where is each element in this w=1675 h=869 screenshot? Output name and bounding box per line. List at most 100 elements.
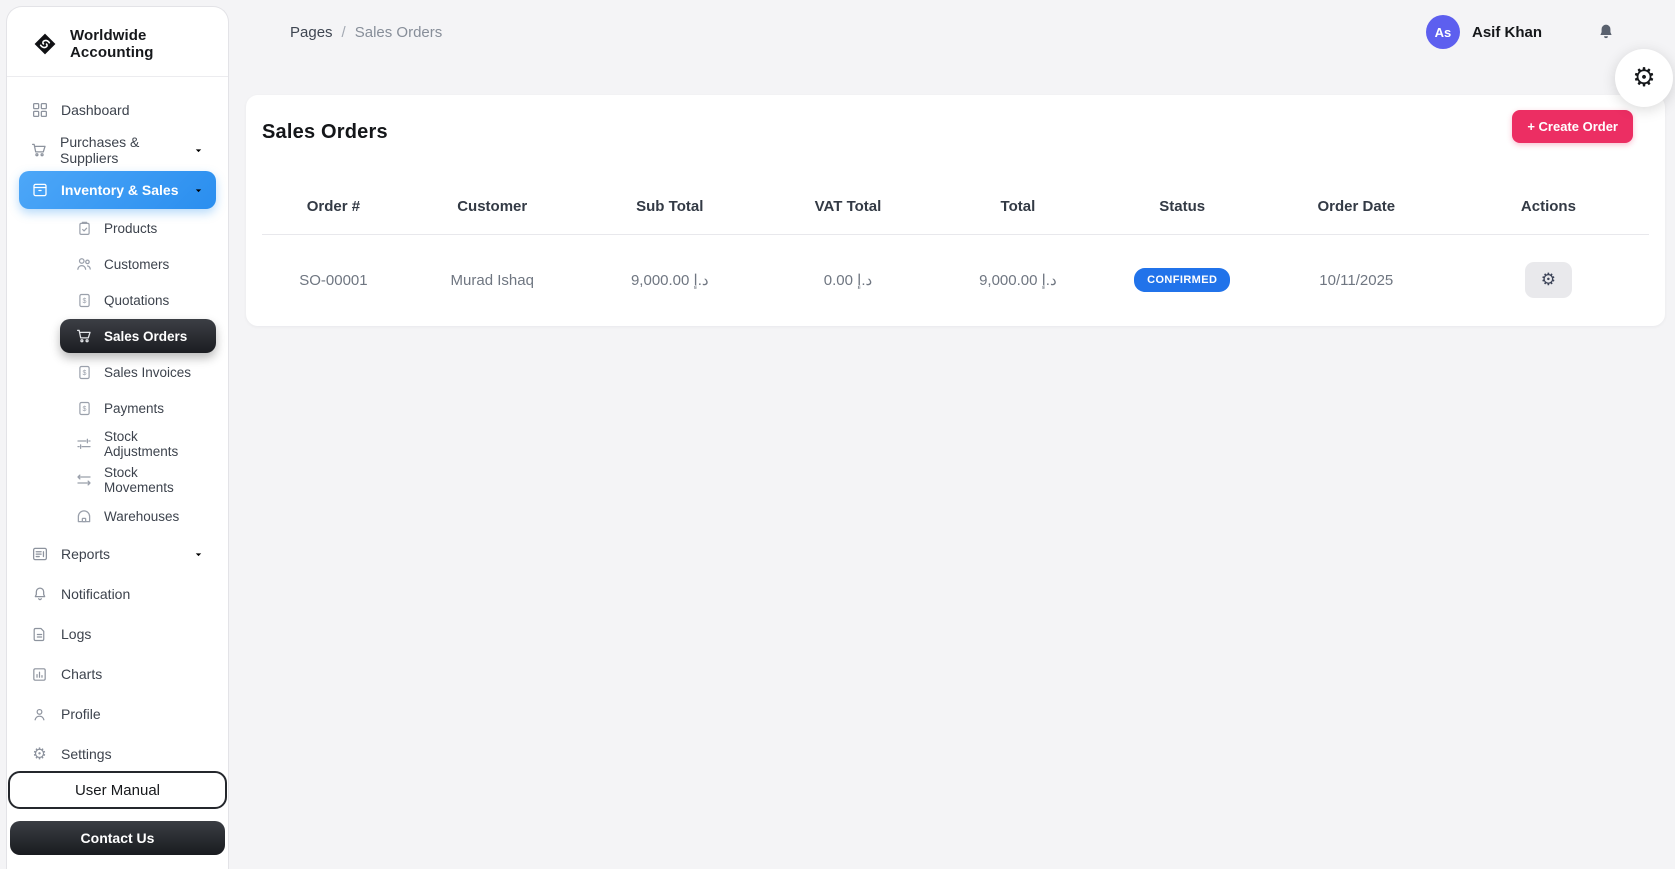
notifications-button[interactable] bbox=[1594, 20, 1618, 44]
card-header: Sales Orders + Create Order bbox=[262, 110, 1649, 144]
brand: Worldwide Accounting bbox=[7, 7, 228, 76]
sidebar-item-dashboard[interactable]: Dashboard bbox=[19, 91, 216, 129]
sliders-icon bbox=[75, 435, 93, 453]
contact-us-button[interactable]: Contact Us bbox=[10, 821, 225, 855]
sidebar-item-reports[interactable]: Reports bbox=[19, 535, 216, 573]
avatar[interactable]: As bbox=[1425, 15, 1460, 49]
svg-text:$: $ bbox=[82, 405, 86, 413]
bell-icon bbox=[1596, 22, 1616, 42]
sidebar-item-customers[interactable]: Customers bbox=[60, 247, 216, 281]
user-manual-button[interactable]: User Manual bbox=[8, 771, 227, 809]
sidebar-item-quotations[interactable]: $ Quotations bbox=[60, 283, 216, 317]
sidebar-item-sales-invoices[interactable]: $ Sales Invoices bbox=[60, 355, 216, 389]
sidebar-item-label: Stock Adjustments bbox=[104, 429, 179, 459]
cell-vat-total: 0.00 د.إ bbox=[823, 272, 873, 289]
sales-orders-card: Sales Orders + Create Order Order # Cust… bbox=[246, 95, 1665, 326]
sidebar-item-charts[interactable]: Charts bbox=[19, 655, 216, 693]
warehouse-icon bbox=[75, 507, 93, 525]
status-badge: CONFIRMED bbox=[1134, 268, 1231, 292]
sidebar-item-label: Payments bbox=[104, 400, 165, 416]
gear-icon: ⚙ bbox=[1540, 269, 1557, 290]
sidebar-item-label: Products bbox=[104, 220, 158, 236]
sidebar-item-products[interactable]: Products bbox=[60, 211, 216, 245]
sidebar-item-profile[interactable]: Profile bbox=[19, 695, 216, 733]
users-icon bbox=[75, 255, 93, 273]
col-customer: Customer bbox=[457, 198, 528, 215]
col-order-date: Order Date bbox=[1317, 198, 1396, 215]
page-title: Sales Orders bbox=[262, 121, 388, 143]
cell-order-date: 10/11/2025 bbox=[1319, 271, 1394, 289]
chevron-down-icon bbox=[192, 548, 205, 561]
brand-name: Worldwide Accounting bbox=[70, 27, 154, 61]
col-actions: Actions bbox=[1520, 198, 1576, 215]
col-vat-total: VAT Total bbox=[814, 198, 882, 215]
sidebar-item-label: Sales Invoices bbox=[104, 364, 192, 380]
col-status: Status bbox=[1159, 198, 1206, 215]
breadcrumb-current: Sales Orders bbox=[354, 23, 443, 41]
sidebar-item-label: Settings bbox=[61, 746, 112, 762]
cell-total: 9,000.00 د.إ bbox=[979, 272, 1057, 289]
brand-logo-icon bbox=[32, 31, 58, 57]
sidebar-item-sales-orders[interactable]: Sales Orders bbox=[60, 319, 216, 353]
sidebar-item-label: Inventory & Sales bbox=[61, 182, 179, 198]
invoice-icon: $ bbox=[75, 292, 93, 309]
svg-text:$: $ bbox=[82, 369, 86, 377]
sidebar-item-payments[interactable]: $ Payments bbox=[60, 391, 216, 425]
file-icon bbox=[30, 626, 49, 643]
sidebar-item-label: Notification bbox=[61, 586, 131, 602]
sidebar-item-stock-adjustments[interactable]: Stock Adjustments bbox=[60, 427, 216, 461]
cell-sub-total: 9,000.00 د.إ bbox=[630, 272, 709, 289]
col-total: Total bbox=[1000, 198, 1036, 215]
col-order-no: Order # bbox=[306, 198, 361, 215]
sidebar-item-label: Charts bbox=[61, 666, 103, 682]
sidebar-item-label: Sales Orders bbox=[104, 328, 188, 344]
cell-order-no: SO-00001 bbox=[299, 271, 368, 289]
breadcrumb-separator: / bbox=[341, 23, 346, 41]
sidebar-item-notification[interactable]: Notification bbox=[19, 575, 216, 613]
chevron-down-icon bbox=[192, 184, 205, 197]
sidebar-item-label: Reports bbox=[61, 546, 111, 562]
clipboard-icon bbox=[75, 220, 93, 237]
sidebar-item-inventory-sales[interactable]: Inventory & Sales bbox=[19, 171, 216, 209]
row-actions-button[interactable]: ⚙ bbox=[1524, 262, 1572, 298]
cart-icon bbox=[30, 141, 48, 159]
breadcrumb-pages[interactable]: Pages bbox=[290, 24, 333, 41]
sidebar-item-purchases-suppliers[interactable]: Purchases & Suppliers bbox=[19, 131, 216, 169]
invoice-icon: $ bbox=[75, 364, 93, 381]
sidebar-item-warehouses[interactable]: Warehouses bbox=[60, 499, 216, 533]
cell-customer: Murad Ishaq bbox=[450, 271, 534, 289]
box-icon bbox=[30, 181, 49, 199]
col-sub-total: Sub Total bbox=[636, 198, 704, 215]
chart-icon bbox=[30, 666, 49, 683]
user-menu[interactable]: As Asif Khan bbox=[1425, 15, 1542, 49]
create-order-button[interactable]: + Create Order bbox=[1512, 110, 1633, 143]
table-header-row: Order # Customer Sub Total VAT Total Tot… bbox=[262, 188, 1649, 235]
sidebar-bottom-panel: User Manual Contact Us bbox=[7, 767, 228, 869]
sidebar-item-stock-movements[interactable]: Stock Movements bbox=[60, 463, 216, 497]
grid-icon bbox=[30, 101, 49, 119]
chevron-down-icon bbox=[192, 144, 205, 157]
sales-cart-icon bbox=[75, 327, 93, 345]
orders-table: Order # Customer Sub Total VAT Total Tot… bbox=[262, 188, 1649, 306]
topbar: Pages / Sales Orders As Asif Khan bbox=[229, 0, 1675, 64]
sidebar-item-label: Warehouses bbox=[104, 508, 180, 524]
invoice-icon: $ bbox=[75, 400, 93, 417]
sidebar-item-logs[interactable]: Logs bbox=[19, 615, 216, 653]
gear-icon: ⚙ bbox=[1632, 63, 1656, 93]
main-content: Pages / Sales Orders As Asif Khan Sales … bbox=[229, 0, 1675, 869]
cell-status: CONFIRMED bbox=[1100, 235, 1265, 307]
breadcrumb: Pages / Sales Orders bbox=[290, 24, 442, 41]
settings-fab-button[interactable]: ⚙ bbox=[1615, 49, 1673, 107]
user-name: Asif Khan bbox=[1471, 23, 1542, 41]
sidebar-item-label: Logs bbox=[61, 626, 92, 642]
svg-text:$: $ bbox=[82, 297, 86, 305]
report-icon bbox=[30, 545, 49, 563]
sidebar: Worldwide Accounting Dashboard Purchases… bbox=[6, 6, 229, 869]
user-icon bbox=[30, 706, 49, 723]
table-row: SO-00001 Murad Ishaq 9,000.00 د.إ 0.00 د… bbox=[262, 235, 1649, 307]
sidebar-item-label: Dashboard bbox=[61, 102, 130, 118]
swap-arrows-icon bbox=[75, 471, 93, 489]
sidebar-item-label: Profile bbox=[61, 706, 101, 722]
sidebar-item-label: Stock Movements bbox=[104, 465, 174, 495]
gear-icon: ⚙ bbox=[32, 744, 47, 763]
